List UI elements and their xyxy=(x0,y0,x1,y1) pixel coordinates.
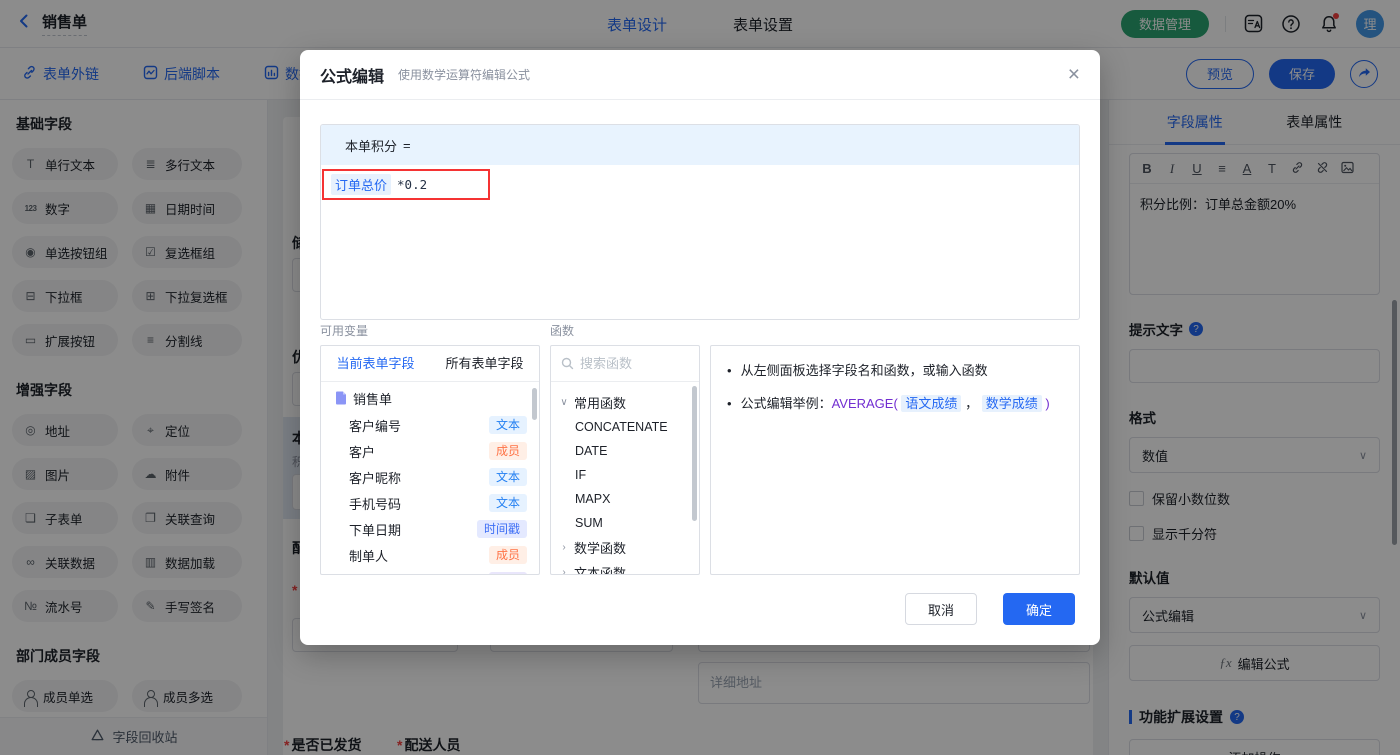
app-window: 销售单 表单设计 表单设置 数据管理 理 表单外链 后端脚本 预览 保存 基础字… xyxy=(0,0,1400,755)
function-item-if[interactable]: IF xyxy=(551,463,699,487)
modal-subtitle: 使用数学运算符编辑公式 xyxy=(398,68,531,82)
caret-right-icon: › xyxy=(562,567,566,575)
function-group-text[interactable]: › 文本函数 xyxy=(551,560,699,575)
function-group-common[interactable]: ∨ 常用函数 xyxy=(551,390,699,415)
functions-scrollbar[interactable] xyxy=(692,386,697,521)
variable-row[interactable]: 下单日期 时间戳 xyxy=(321,516,539,542)
variables-panel: 当前表单字段 所有表单字段 销售单 客户编号 文本 客户 成员 客户昵称 文本 手机号… xyxy=(320,345,540,575)
cancel-button[interactable]: 取消 xyxy=(905,593,977,625)
document-icon xyxy=(336,391,346,405)
function-search[interactable] xyxy=(551,346,699,382)
formula-help-panel: • 从左侧面板选择字段名和函数，或输入函数 • 公式编辑举例：AVERAGE( … xyxy=(710,345,1080,575)
type-badge: 文本 xyxy=(488,468,527,486)
function-item-mapx[interactable]: MAPX xyxy=(551,487,699,511)
close-icon[interactable]: × xyxy=(1068,64,1080,85)
type-badge xyxy=(489,572,527,574)
formula-edit-modal: 公式编辑 使用数学运算符编辑公式 × 本单积分 = 订单总价 *0.2 可用变量… xyxy=(300,50,1100,645)
formula-selection-highlight[interactable]: 订单总价 *0.2 xyxy=(322,169,490,200)
formula-target-field: 本单积分 xyxy=(345,138,398,154)
functions-pane-label: 函数 xyxy=(550,324,575,338)
variables-pane-label: 可用变量 xyxy=(320,324,369,338)
variable-row[interactable]: 客户编号 文本 xyxy=(321,412,539,438)
caret-right-icon: › xyxy=(562,542,566,553)
function-item-sum[interactable]: SUM xyxy=(551,511,699,535)
functions-panel: ∨常用函数 CONCATENATE DATE IF MAPX SUM ›数学函数… xyxy=(550,345,700,575)
formula-editor[interactable]: 本单积分 = xyxy=(320,124,1080,320)
form-tree-root[interactable]: 销售单 xyxy=(321,384,539,412)
example-chip-math-score: 数学成绩 xyxy=(981,395,1042,412)
variables-scrollbar[interactable] xyxy=(532,388,537,420)
function-item-concatenate[interactable]: CONCATENATE xyxy=(551,415,699,439)
confirm-button[interactable]: 确定 xyxy=(1003,593,1075,625)
variable-row[interactable]: 客户 成员 xyxy=(321,438,539,464)
help-bullet-2: • 公式编辑举例：AVERAGE( 语文成绩 ， 数学成绩 ) xyxy=(727,393,1063,415)
example-chip-chinese-score: 语文成绩 xyxy=(901,395,962,412)
variable-row[interactable]: 客户昵称 文本 xyxy=(321,464,539,490)
function-group-math[interactable]: › 数学函数 xyxy=(551,535,699,560)
formula-expression: *0.2 xyxy=(397,177,428,192)
type-badge: 文本 xyxy=(488,416,527,434)
example-function-name: AVERAGE( xyxy=(831,396,898,411)
type-badge: 文本 xyxy=(488,494,527,512)
field-chip-order-total[interactable]: 订单总价 xyxy=(331,174,392,195)
caret-down-icon: ∨ xyxy=(560,397,568,408)
type-badge: 成员 xyxy=(488,442,527,460)
bullet-dot: • xyxy=(727,363,732,378)
variable-row-partial[interactable] xyxy=(321,568,539,574)
tab-all-form-fields[interactable]: 所有表单字段 xyxy=(430,346,539,381)
function-search-input[interactable] xyxy=(580,356,680,371)
modal-title: 公式编辑 xyxy=(320,68,385,86)
bullet-dot: • xyxy=(727,396,732,411)
search-icon xyxy=(561,357,574,370)
formula-target-bar: 本单积分 = xyxy=(321,125,1079,165)
variable-row[interactable]: 手机号码 文本 xyxy=(321,490,539,516)
type-badge: 成员 xyxy=(488,546,527,564)
type-badge: 时间戳 xyxy=(476,520,527,538)
variable-row[interactable]: 制单人 成员 xyxy=(321,542,539,568)
tab-current-form-fields[interactable]: 当前表单字段 xyxy=(321,346,430,381)
help-bullet-1: • 从左侧面板选择字段名和函数，或输入函数 xyxy=(727,360,1063,382)
function-item-date[interactable]: DATE xyxy=(551,439,699,463)
equals-sign: = xyxy=(403,137,411,153)
